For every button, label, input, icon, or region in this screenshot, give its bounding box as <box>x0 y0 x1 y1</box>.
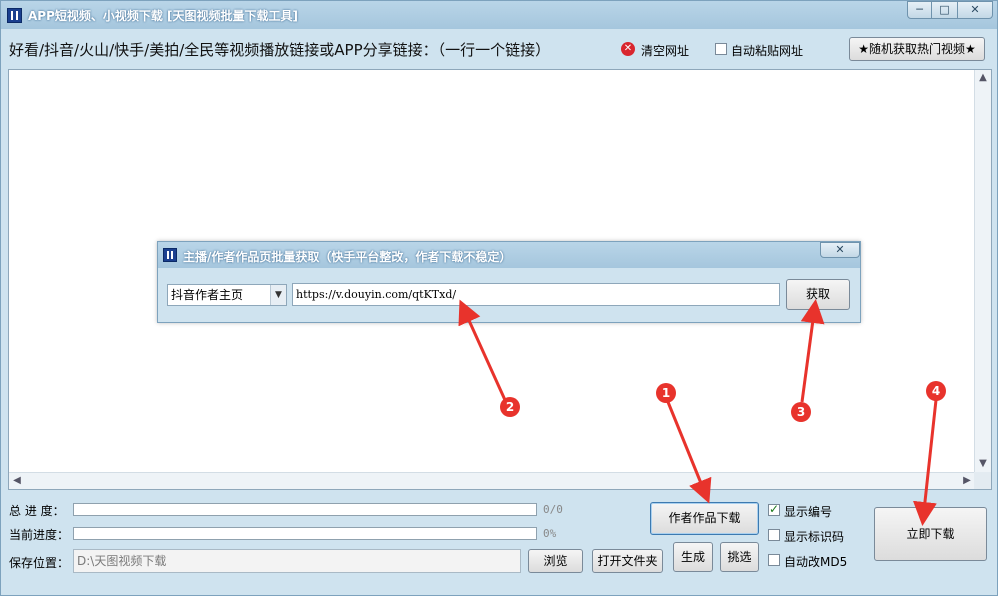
platform-select-value: 抖音作者主页 <box>171 288 244 302</box>
current-progress-label: 当前进度： <box>9 528 70 542</box>
total-progress-text: 0/0 <box>543 503 563 516</box>
generate-button[interactable]: 生成 <box>673 542 713 572</box>
download-now-button[interactable]: 立即下载 <box>874 507 987 561</box>
scroll-right-icon[interactable]: ▶ <box>959 473 975 489</box>
save-path-input[interactable]: D:\天图视频下载 <box>73 549 521 573</box>
app-logo-icon <box>7 8 22 23</box>
scroll-up-icon[interactable]: ▲ <box>975 70 991 86</box>
dialog-title: 主播/作者作品页批量获取（快手平台整改，作者下载不稳定） <box>183 250 512 264</box>
browse-button[interactable]: 浏览 <box>528 549 583 573</box>
scroll-corner <box>974 472 991 489</box>
fetch-button[interactable]: 获取 <box>786 279 850 310</box>
annotation-marker-1: 1 <box>656 383 676 403</box>
annotation-marker-2: 2 <box>500 397 520 417</box>
show-watermark-label[interactable]: 显示标识码 <box>784 528 844 545</box>
scroll-down-icon[interactable]: ▼ <box>975 456 991 472</box>
current-progress-text: 0% <box>543 527 557 540</box>
horizontal-scrollbar[interactable]: ◀ ▶ <box>9 472 975 489</box>
url-input-hint: 好看/抖音/火山/快手/美拍/全民等视频播放链接或APP分享链接：（一行一个链接… <box>9 41 551 59</box>
auto-paste-label[interactable]: 自动粘贴网址 <box>731 42 803 59</box>
author-url-input[interactable]: https://v.douyin.com/qtKTxd/ <box>292 283 780 306</box>
random-hot-video-button[interactable]: ★随机获取热门视频★ <box>849 37 985 61</box>
annotation-marker-3: 3 <box>791 402 811 422</box>
title-bar[interactable]: APP短视频、小视频下载 [天图视频批量下载工具] ─ □ ✕ <box>1 1 997 29</box>
show-watermark-checkbox[interactable] <box>768 529 780 541</box>
open-folder-button[interactable]: 打开文件夹 <box>592 549 663 573</box>
dialog-title-bar[interactable]: 主播/作者作品页批量获取（快手平台整改，作者下载不稳定） ✕ <box>158 242 860 268</box>
auto-paste-checkbox[interactable] <box>715 43 727 55</box>
show-number-checkbox[interactable] <box>768 502 780 516</box>
dialog-logo-icon <box>163 248 177 262</box>
dialog-close-button[interactable]: ✕ <box>820 242 860 258</box>
close-button[interactable]: ✕ <box>957 1 993 19</box>
author-batch-dialog: 主播/作者作品页批量获取（快手平台整改，作者下载不稳定） ✕ 抖音作者主页 ▼ … <box>157 241 861 323</box>
show-number-label[interactable]: 显示编号 <box>784 503 832 520</box>
clear-url-link[interactable]: 清空网址 <box>641 42 689 59</box>
app-window: APP短视频、小视频下载 [天图视频批量下载工具] ─ □ ✕ 好看/抖音/火山… <box>0 0 998 596</box>
pick-button[interactable]: 挑选 <box>720 542 759 572</box>
author-download-button[interactable]: 作者作品下载 <box>650 502 759 535</box>
annotation-marker-4: 4 <box>926 381 946 401</box>
clear-icon[interactable]: ✕ <box>621 42 635 56</box>
current-progress-bar <box>73 527 537 540</box>
auto-md5-checkbox[interactable] <box>768 554 780 566</box>
auto-md5-label[interactable]: 自动改MD5 <box>784 553 847 570</box>
vertical-scrollbar[interactable]: ▲ ▼ <box>974 70 991 472</box>
minimize-button[interactable]: ─ <box>907 1 932 19</box>
platform-select[interactable]: 抖音作者主页 ▼ <box>167 284 287 306</box>
window-title: APP短视频、小视频下载 [天图视频批量下载工具] <box>28 9 299 23</box>
total-progress-label: 总 进 度： <box>9 504 65 518</box>
save-location-label: 保存位置： <box>9 556 70 570</box>
maximize-button[interactable]: □ <box>931 1 958 19</box>
chevron-down-icon[interactable]: ▼ <box>270 285 286 305</box>
total-progress-bar <box>73 503 537 516</box>
scroll-left-icon[interactable]: ◀ <box>9 473 25 489</box>
